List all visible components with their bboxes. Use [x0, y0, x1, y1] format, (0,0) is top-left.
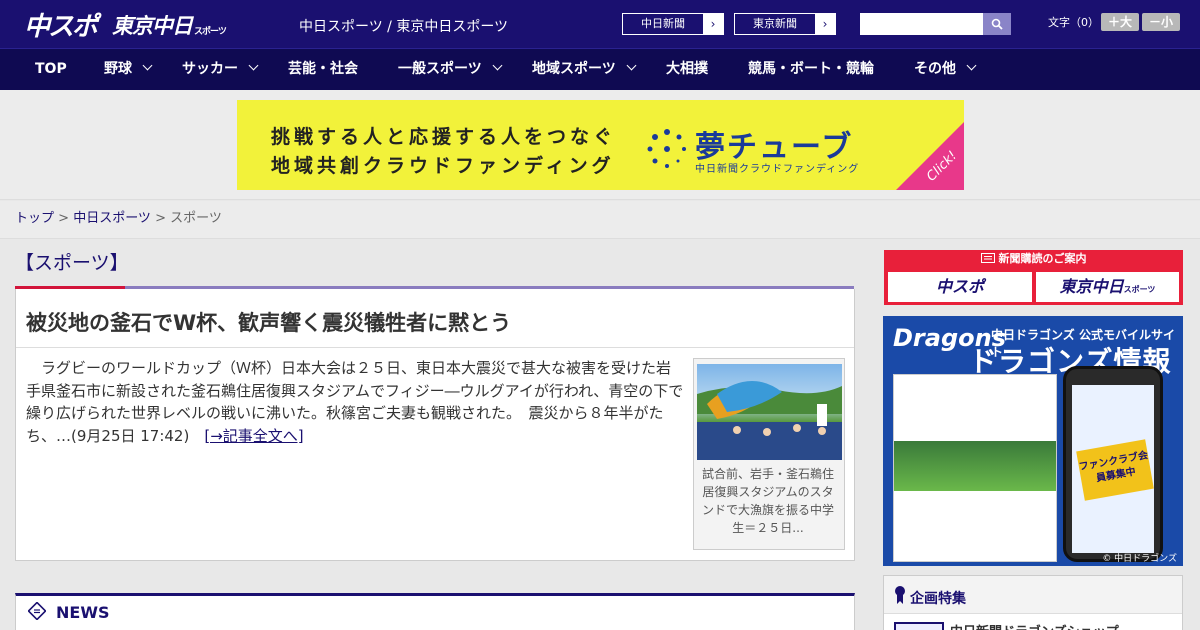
chevron-right-icon: ›: [703, 14, 723, 34]
smartphone-image: ファンクラブ会員募集中: [1063, 366, 1163, 562]
special-features-title: 企画特集: [910, 591, 966, 607]
dragons-shop-thumb[interactable]: [894, 622, 944, 630]
nav-item-local-sports[interactable]: 地域スポーツ: [532, 49, 637, 91]
top-header: 中スポ 東京中日 スポーツ 中日スポーツ / 東京中日スポーツ 中日新聞 › 東京…: [0, 0, 1200, 48]
news-section-header: NEWS: [15, 593, 855, 630]
tokyo-link-label: 東京新聞: [753, 17, 797, 30]
breadcrumb-chunichi-sports[interactable]: 中日スポーツ: [73, 211, 151, 226]
chunichi-shimbun-link[interactable]: 中日新聞 ›: [622, 13, 724, 35]
nav-item-racing[interactable]: 競馬・ボート・競輪: [748, 49, 874, 91]
nav-item-other[interactable]: その他: [914, 49, 977, 91]
tokyo-logo-text: 東京中日: [112, 14, 193, 38]
nav-label: TOP: [35, 61, 67, 77]
chuspo-logo-text: 中スポ: [24, 12, 98, 42]
breadcrumb-sep: >: [54, 211, 74, 226]
article-photo-box: 試合前、岩手・釜石鵜住居復興スタジアムのスタンドで大漁旗を振る中学生＝２５日..…: [693, 358, 845, 550]
breadcrumb-current: スポーツ: [170, 211, 222, 226]
nav-item-soccer[interactable]: サッカー: [182, 49, 259, 91]
nav-label: その他: [914, 61, 956, 77]
nav-label: 競馬・ボート・競輪: [748, 61, 874, 77]
subscribe-tokyo-label: 東京中日: [1059, 277, 1124, 296]
tokyo-chunichi-logo[interactable]: 東京中日 スポーツ: [112, 10, 227, 40]
news-title: NEWS: [56, 603, 110, 622]
subscription-header: 新聞購読のご案内: [884, 250, 1183, 268]
nav-label: 芸能・社会: [288, 61, 358, 77]
article-body: ラグビーのワールドカップ（Ｗ杯）日本大会は２５日、東日本大震災で甚大な被害を受け…: [26, 359, 684, 445]
breadcrumb-home[interactable]: トップ: [15, 211, 54, 226]
stadium-photo-icon: [697, 380, 842, 460]
crowdfunding-banner[interactable]: 挑戦する人と応援する人をつなぐ 地域共創クラウドファンディング 夢チューブ 中日…: [237, 100, 964, 190]
nav-item-general-sports[interactable]: 一般スポーツ: [398, 49, 503, 91]
news-icon: [28, 602, 46, 620]
font-smaller-button[interactable]: －小: [1142, 13, 1180, 31]
nav-label: 大相撲: [666, 61, 708, 77]
subscription-header-text: 新聞購読のご案内: [998, 252, 1087, 265]
subscribe-chuspo-button[interactable]: 中スポ: [888, 272, 1032, 302]
search-icon: [991, 18, 1003, 30]
ribbon-icon: [895, 586, 905, 604]
nav-item-sumo[interactable]: 大相撲: [666, 49, 708, 91]
article-card: 被災地の釜石でW杯、歓声響く震災犠牲者に黙とう ラグビーのワールドカップ（Ｗ杯）…: [15, 289, 855, 561]
baseball-field-image: [894, 441, 1056, 491]
nav-item-top[interactable]: TOP: [35, 49, 67, 91]
chuspo-logo[interactable]: 中スポ: [24, 6, 98, 43]
phone-screen: ファンクラブ会員募集中: [1072, 385, 1154, 553]
subscribe-tokyo-button[interactable]: 東京中日スポーツ: [1036, 272, 1179, 302]
nav-item-entertainment[interactable]: 芸能・社会: [288, 49, 358, 91]
newspaper-icon: [980, 253, 995, 263]
banner-line1: 挑戦する人と応援する人をつなぐ: [271, 126, 617, 148]
fanclub-badge: ファンクラブ会員募集中: [1076, 439, 1154, 501]
font-larger-button[interactable]: ＋大: [1101, 13, 1139, 31]
article-title[interactable]: 被災地の釜石でW杯、歓声響く震災犠牲者に黙とう: [26, 307, 511, 337]
chevron-down-icon: [492, 60, 503, 71]
special-features-box: 企画特集 中日新聞ドラゴンズショップ: [883, 575, 1183, 630]
chevron-down-icon: [626, 60, 637, 71]
section-title: 【スポーツ】: [15, 252, 129, 274]
subscribe-chuspo-label: 中スポ: [935, 277, 984, 296]
dragons-scoreboard-image: [893, 374, 1057, 562]
chevron-down-icon: [966, 60, 977, 71]
article-photo[interactable]: [697, 364, 842, 460]
search-input[interactable]: [860, 13, 983, 35]
special-features-header: 企画特集: [884, 576, 1182, 614]
nav-item-baseball[interactable]: 野球: [104, 49, 153, 91]
dream-tube-logo-icon: [647, 129, 686, 168]
site-title: 中日スポーツ / 東京中日スポーツ: [299, 19, 509, 35]
banner-line2: 地域共創クラウドファンディング: [271, 155, 615, 177]
subscription-box: 新聞購読のご案内 中スポ 東京中日スポーツ: [884, 250, 1183, 305]
font-size-label: 文字（0）: [1048, 16, 1099, 29]
photo-caption: 試合前、岩手・釜石鵜住居復興スタジアムのスタンドで大漁旗を振る中学生＝２５日..…: [701, 467, 834, 535]
subscribe-tokyo-small: スポーツ: [1123, 285, 1156, 294]
search-button[interactable]: [983, 13, 1011, 35]
chunichi-link-label: 中日新聞: [641, 17, 685, 30]
read-more-link[interactable]: [→記事全文へ]: [204, 427, 303, 445]
nav-label: 地域スポーツ: [532, 61, 616, 77]
banner-brand-sub: 中日新聞クラウドファンディング: [695, 164, 860, 175]
main-nav: TOP 野球 サッカー 芸能・社会 一般スポーツ 地域スポーツ 大相撲 競馬・ボ…: [0, 48, 1200, 90]
article-divider: [16, 347, 854, 348]
nav-label: 一般スポーツ: [398, 61, 482, 77]
nav-label: 野球: [104, 61, 132, 77]
article-summary: ラグビーのワールドカップ（Ｗ杯）日本大会は２５日、東日本大震災で甚大な被害を受け…: [26, 357, 684, 447]
dragons-copyright: © 中日ドラゴンズ: [1102, 554, 1177, 564]
tokyo-shimbun-link[interactable]: 東京新聞 ›: [734, 13, 836, 35]
tokyo-logo-small: スポーツ: [194, 26, 227, 37]
dragons-shop-link[interactable]: 中日新聞ドラゴンズショップ: [950, 621, 1119, 630]
chevron-right-icon: ›: [815, 14, 835, 34]
nav-label: サッカー: [182, 61, 238, 77]
chevron-down-icon: [142, 60, 153, 71]
dragons-info-banner[interactable]: Dragons 中日ドラゴンズ 公式モバイルサイト ドラゴンズ情報 ファンクラブ…: [883, 316, 1183, 566]
chevron-down-icon: [248, 60, 259, 71]
breadcrumb: トップ > 中日スポーツ > スポーツ: [0, 201, 1200, 239]
breadcrumb-sep: >: [150, 211, 171, 226]
